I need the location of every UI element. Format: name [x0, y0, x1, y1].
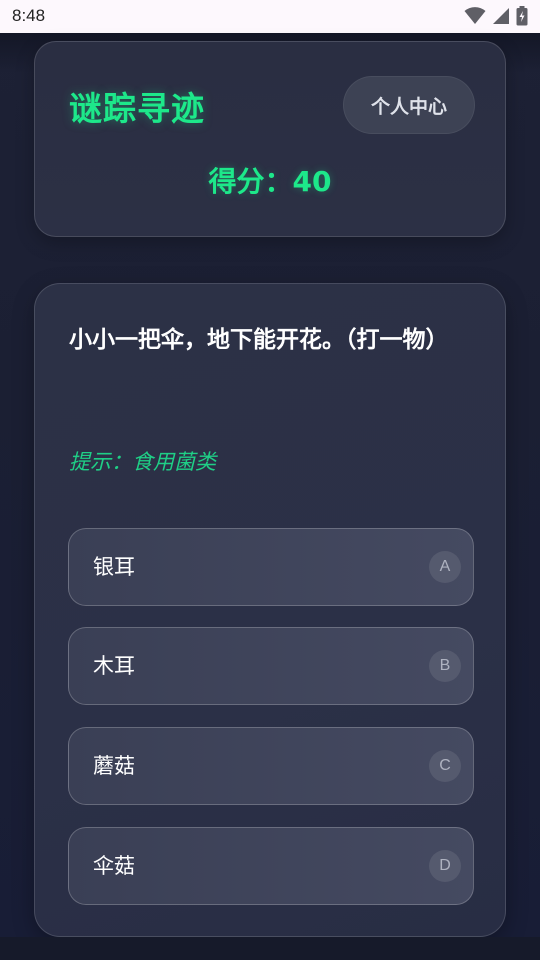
option-label: 木耳 [93, 654, 135, 678]
riddle-text: 小小一把伞，地下能开花。（打一物） [69, 327, 449, 353]
option-label: 蘑菇 [93, 754, 135, 778]
option-letter-badge: D [429, 850, 461, 882]
bottom-bar [0, 937, 540, 960]
header-card: 谜踪寻迹 个人中心 得分：40 [34, 41, 506, 237]
app-title: 谜踪寻迹 [69, 89, 205, 128]
status-bar: 8:48 [0, 0, 540, 33]
battery-icon [516, 6, 528, 26]
option-b-button[interactable]: 木耳 B [68, 627, 474, 705]
profile-button[interactable]: 个人中心 [343, 76, 475, 134]
option-label: 伞菇 [93, 854, 135, 878]
status-time: 8:48 [12, 6, 46, 25]
wifi-icon [464, 7, 486, 25]
cell-signal-icon [492, 7, 510, 25]
option-a-button[interactable]: 银耳 A [68, 528, 474, 606]
status-icons [464, 6, 528, 26]
option-letter-badge: B [429, 650, 461, 682]
option-c-button[interactable]: 蘑菇 C [68, 727, 474, 805]
option-letter-badge: C [429, 750, 461, 782]
option-label: 银耳 [93, 555, 135, 579]
option-d-button[interactable]: 伞菇 D [68, 827, 474, 905]
score-display: 得分：40 [208, 165, 332, 198]
hint-text: 提示：食用菌类 [69, 450, 216, 474]
option-letter-badge: A [429, 551, 461, 583]
question-card: 小小一把伞，地下能开花。（打一物） 提示：食用菌类 银耳 A 木耳 B 蘑菇 C… [34, 283, 506, 937]
